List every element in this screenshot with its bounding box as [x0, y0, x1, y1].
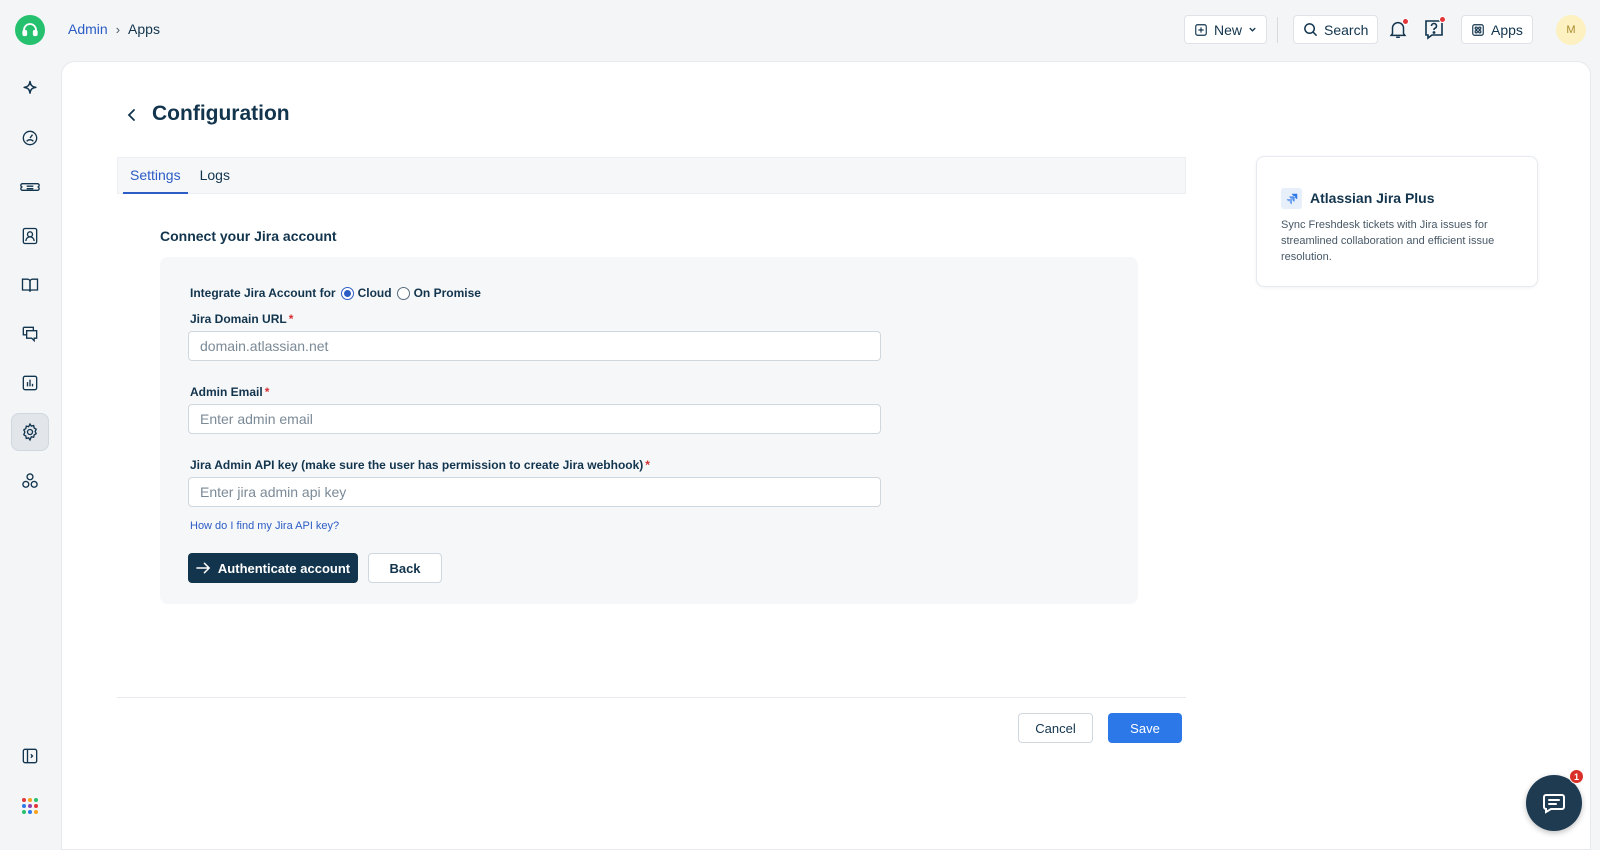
tab-logs[interactable]: Logs — [193, 158, 237, 194]
sidebar-item-conversations[interactable] — [11, 315, 49, 353]
authenticate-account-label: Authenticate account — [217, 560, 351, 576]
back-button[interactable]: Back — [368, 553, 442, 583]
domain-url-label: Jira Domain URL * — [190, 312, 293, 326]
breadcrumb-current: Apps — [128, 21, 160, 37]
breadcrumb: Admin › Apps — [68, 21, 160, 37]
search-button-label: Search — [1324, 21, 1369, 38]
expand-sidebar-icon — [22, 748, 38, 764]
toolbar-divider — [1277, 17, 1278, 43]
chat-icon — [22, 326, 38, 343]
api-key-help-link[interactable]: How do I find my Jira API key? — [190, 520, 339, 532]
app-name: Atlassian Jira Plus — [1310, 190, 1435, 206]
required-mark: * — [645, 458, 650, 472]
chevron-down-icon — [1249, 27, 1256, 32]
tab-settings[interactable]: Settings — [123, 158, 188, 194]
breadcrumb-admin-link[interactable]: Admin — [68, 21, 108, 37]
integration-type-row: Integrate Jira Account for Cloud On Prom… — [190, 286, 481, 300]
sparkle-icon — [23, 80, 37, 94]
page-title: Configuration — [152, 102, 290, 125]
sidebar-item-groups[interactable] — [11, 462, 49, 500]
authenticate-account-button[interactable]: Authenticate account — [188, 553, 358, 583]
contacts-icon — [22, 227, 38, 245]
reports-icon — [22, 375, 38, 391]
notification-dot — [1402, 18, 1409, 25]
tab-bar: Settings Logs — [117, 157, 1186, 194]
required-mark: * — [264, 385, 270, 399]
sidebar-item-expand[interactable] — [11, 737, 49, 775]
on-promise-radio[interactable] — [396, 286, 410, 300]
gear-icon — [22, 422, 38, 442]
admin-email-input[interactable] — [188, 404, 881, 434]
help-icon[interactable] — [1422, 16, 1446, 43]
cloud-radio-label[interactable]: Cloud — [358, 286, 392, 300]
sidebar-item-reports[interactable] — [11, 364, 49, 402]
app-info-card: Atlassian Jira Plus Sync Freshdesk ticke… — [1256, 156, 1538, 287]
help-dot — [1439, 16, 1446, 23]
section-title: Connect your Jira account — [160, 228, 337, 244]
admin-email-label: Admin Email * — [190, 385, 269, 399]
top-bar: Admin › Apps New Search Apps M — [0, 0, 1600, 60]
dashboard-icon — [22, 130, 38, 146]
save-button[interactable]: Save — [1108, 713, 1182, 743]
apps-button[interactable]: Apps — [1461, 15, 1533, 44]
sidebar-item-contacts[interactable] — [11, 217, 49, 255]
groups-icon — [22, 473, 38, 488]
plus-square-icon — [1195, 23, 1207, 36]
apps-button-label: Apps — [1491, 21, 1523, 38]
main-panel: Configuration Settings Logs Connect your… — [61, 61, 1591, 850]
back-chevron-icon[interactable] — [122, 105, 142, 125]
new-button[interactable]: New — [1184, 15, 1268, 44]
api-key-label: Jira Admin API key (make sure the user h… — [190, 458, 650, 472]
breadcrumb-separator: › — [115, 21, 121, 37]
admin-email-label-text: Admin Email — [190, 385, 263, 399]
api-key-label-text: Jira Admin API key (make sure the user h… — [190, 458, 644, 472]
arrow-right-icon — [196, 562, 211, 574]
on-promise-radio-label[interactable]: On Promise — [414, 286, 481, 300]
avatar[interactable]: M — [1556, 15, 1586, 45]
app-launcher-icon — [22, 798, 38, 814]
footer-divider — [117, 697, 1186, 698]
sidebar-item-dashboard[interactable] — [11, 119, 49, 157]
jira-logo-icon — [1281, 188, 1302, 209]
jira-connect-form: Integrate Jira Account for Cloud On Prom… — [160, 257, 1138, 604]
new-button-label: New — [1214, 21, 1243, 38]
required-mark: * — [288, 312, 294, 326]
integrate-label: Integrate Jira Account for — [190, 286, 336, 300]
sidebar — [0, 60, 60, 850]
sidebar-item-admin[interactable] — [11, 413, 49, 451]
headset-icon[interactable] — [15, 15, 45, 45]
book-icon — [21, 278, 39, 292]
sidebar-item-tickets[interactable] — [11, 168, 49, 206]
domain-url-input[interactable] — [188, 331, 881, 361]
apps-icon — [1472, 23, 1484, 36]
cancel-button[interactable]: Cancel — [1018, 713, 1093, 743]
ticket-icon — [20, 183, 40, 191]
sidebar-item-app-launcher[interactable] — [11, 787, 49, 825]
sidebar-item-knowledge-base[interactable] — [11, 266, 49, 304]
chat-bubble-icon — [1543, 794, 1565, 814]
chat-unread-badge: 1 — [1569, 769, 1584, 784]
search-button[interactable]: Search — [1293, 15, 1379, 44]
api-key-input[interactable] — [188, 477, 881, 507]
domain-url-label-text: Jira Domain URL — [190, 312, 287, 326]
sidebar-item-ai[interactable] — [11, 70, 49, 108]
cloud-radio[interactable] — [340, 286, 354, 300]
search-icon — [1304, 23, 1318, 37]
app-description: Sync Freshdesk tickets with Jira issues … — [1281, 219, 1495, 263]
bell-icon[interactable] — [1387, 17, 1411, 43]
